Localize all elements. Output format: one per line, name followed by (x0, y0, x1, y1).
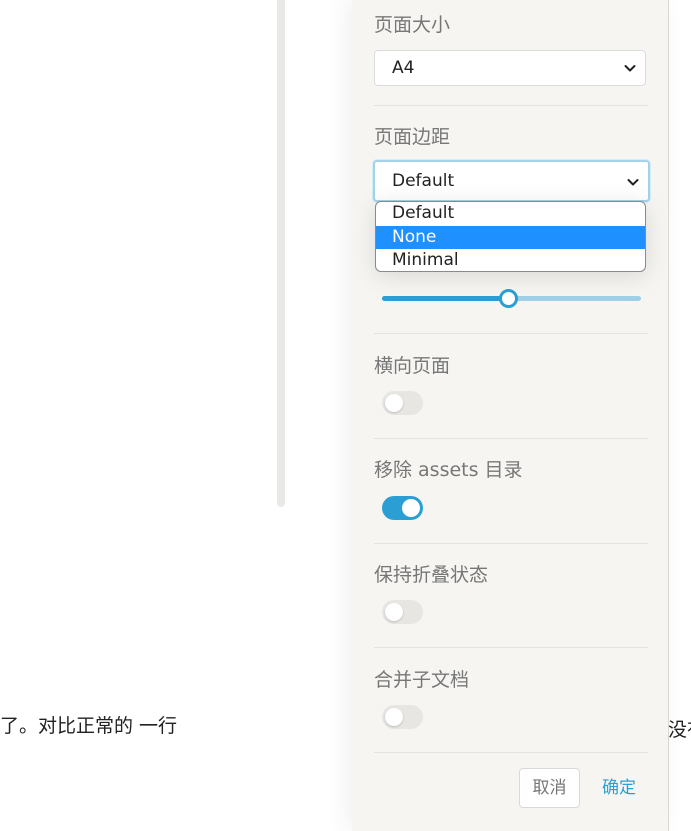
dropdown-option-default[interactable]: Default (376, 202, 645, 226)
landscape-label: 横向页面 (374, 355, 451, 377)
remove-assets-toggle[interactable] (382, 496, 423, 520)
page-margin-value: Default (392, 171, 455, 191)
merge-subdocs-toggle[interactable] (382, 705, 423, 729)
toggle-knob (385, 394, 403, 412)
toggle-knob (385, 708, 403, 726)
margin-slider[interactable] (382, 289, 642, 308)
merge-subdocs-label: 合并子文档 (374, 669, 470, 691)
divider (374, 438, 648, 439)
chevron-down-icon (627, 179, 639, 186)
document-text-fragment: 了。对比正常的 一行 (0, 715, 178, 737)
slider-fill (382, 296, 509, 301)
document-scrollbar[interactable] (277, 0, 285, 507)
dropdown-option-minimal[interactable]: Minimal (376, 249, 645, 271)
document-text-fragment-right: 没有 (668, 719, 691, 741)
page-margin-select[interactable]: Default (373, 160, 650, 202)
cancel-button[interactable]: 取消 (519, 768, 580, 808)
confirm-button[interactable]: 确定 (592, 768, 646, 808)
dropdown-option-none[interactable]: None (376, 225, 645, 249)
divider (374, 105, 648, 106)
divider (374, 543, 648, 544)
divider (374, 647, 648, 648)
keep-fold-label: 保持折叠状态 (374, 564, 489, 586)
chevron-down-icon (624, 65, 636, 72)
page-size-label: 页面大小 (374, 14, 451, 36)
toggle-knob (385, 603, 403, 621)
divider (374, 752, 648, 753)
page-size-value: A4 (392, 58, 415, 78)
toggle-knob (402, 499, 420, 517)
keep-fold-toggle[interactable] (382, 600, 423, 624)
page-margin-label: 页面边距 (374, 126, 451, 148)
page-margin-dropdown: Default None Minimal (375, 201, 646, 272)
page-size-select[interactable]: A4 (374, 50, 646, 86)
divider (374, 333, 648, 334)
remove-assets-label: 移除 assets 目录 (374, 459, 523, 481)
slider-thumb[interactable] (499, 289, 519, 308)
export-settings-panel: 页面大小 A4 页面边距 Default Default None Minima… (352, 0, 669, 831)
landscape-toggle[interactable] (382, 391, 423, 415)
